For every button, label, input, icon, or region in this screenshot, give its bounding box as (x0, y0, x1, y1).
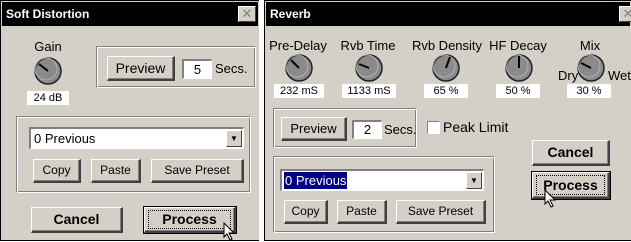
gain-value: 24 dB (27, 91, 69, 105)
soft-distortion-title: Soft Distortion (6, 7, 90, 21)
mix-wet-label: Wet (608, 68, 631, 83)
secs-label: Secs. (215, 61, 248, 76)
mouse-pointer-icon (544, 189, 557, 208)
preview-seconds-input[interactable]: 5 (182, 59, 212, 79)
secs-label: Secs. (384, 122, 417, 137)
dropdown-arrow-icon[interactable]: ▼ (466, 172, 482, 189)
hf-decay-value: 50 % (496, 84, 540, 98)
mix-value: 30 % (567, 84, 611, 98)
close-icon[interactable]: ✕ (619, 6, 631, 22)
preview-button[interactable]: Preview (107, 56, 175, 81)
hf-decay-knob[interactable] (504, 53, 534, 83)
preset-selected-value: 0 Previous (34, 131, 96, 146)
peak-limit-checkbox[interactable] (427, 121, 440, 134)
rvb-density-label: Rvb Density (411, 38, 483, 53)
copy-button[interactable]: Copy (284, 200, 328, 224)
mix-label: Mix (579, 38, 601, 53)
mouse-pointer-icon (223, 222, 236, 241)
paste-button[interactable]: Paste (337, 200, 387, 224)
preset-dropdown[interactable]: 0 Previous ▼ (280, 169, 484, 191)
paste-button[interactable]: Paste (91, 159, 141, 183)
reverb-dialog: Reverb ✕ Pre-Delay Rvb Time Rvb Density … (264, 0, 631, 241)
gain-knob[interactable] (33, 56, 63, 86)
pre-delay-knob[interactable] (284, 53, 314, 83)
rvb-density-value: 65 % (424, 84, 468, 98)
pre-delay-value: 232 mS (274, 84, 324, 98)
soft-distortion-titlebar: Soft Distortion (2, 2, 258, 26)
save-preset-button[interactable]: Save Preset (151, 159, 244, 183)
preset-dropdown[interactable]: 0 Previous ▼ (29, 127, 244, 149)
preview-seconds-input[interactable]: 2 (352, 120, 382, 139)
preset-selected-value: 0 Previous (284, 172, 348, 189)
cancel-button[interactable]: Cancel (532, 140, 610, 166)
rvb-time-knob[interactable] (354, 53, 384, 83)
rvb-density-knob[interactable] (431, 53, 461, 83)
rvb-time-label: Rvb Time (340, 38, 396, 53)
soft-distortion-dialog: Soft Distortion ✕ Gain 24 dB Preview 5 S… (0, 0, 260, 241)
peak-limit-label[interactable]: Peak Limit (443, 119, 508, 135)
hf-decay-label: HF Decay (489, 38, 547, 53)
mix-dry-label: Dry (558, 68, 579, 83)
focus-rect (148, 210, 231, 229)
dropdown-arrow-icon[interactable]: ▼ (226, 130, 242, 147)
gain-label: Gain (34, 39, 62, 54)
cancel-button[interactable]: Cancel (31, 207, 123, 233)
close-icon[interactable]: ✕ (238, 6, 256, 22)
preview-button[interactable]: Preview (281, 117, 347, 141)
pre-delay-label: Pre-Delay (269, 38, 327, 53)
save-preset-button[interactable]: Save Preset (396, 200, 486, 224)
copy-button[interactable]: Copy (33, 159, 81, 183)
mix-knob[interactable] (576, 53, 606, 83)
reverb-titlebar: Reverb (266, 2, 630, 26)
reverb-title: Reverb (270, 7, 311, 21)
rvb-time-value: 1133 mS (342, 84, 396, 98)
